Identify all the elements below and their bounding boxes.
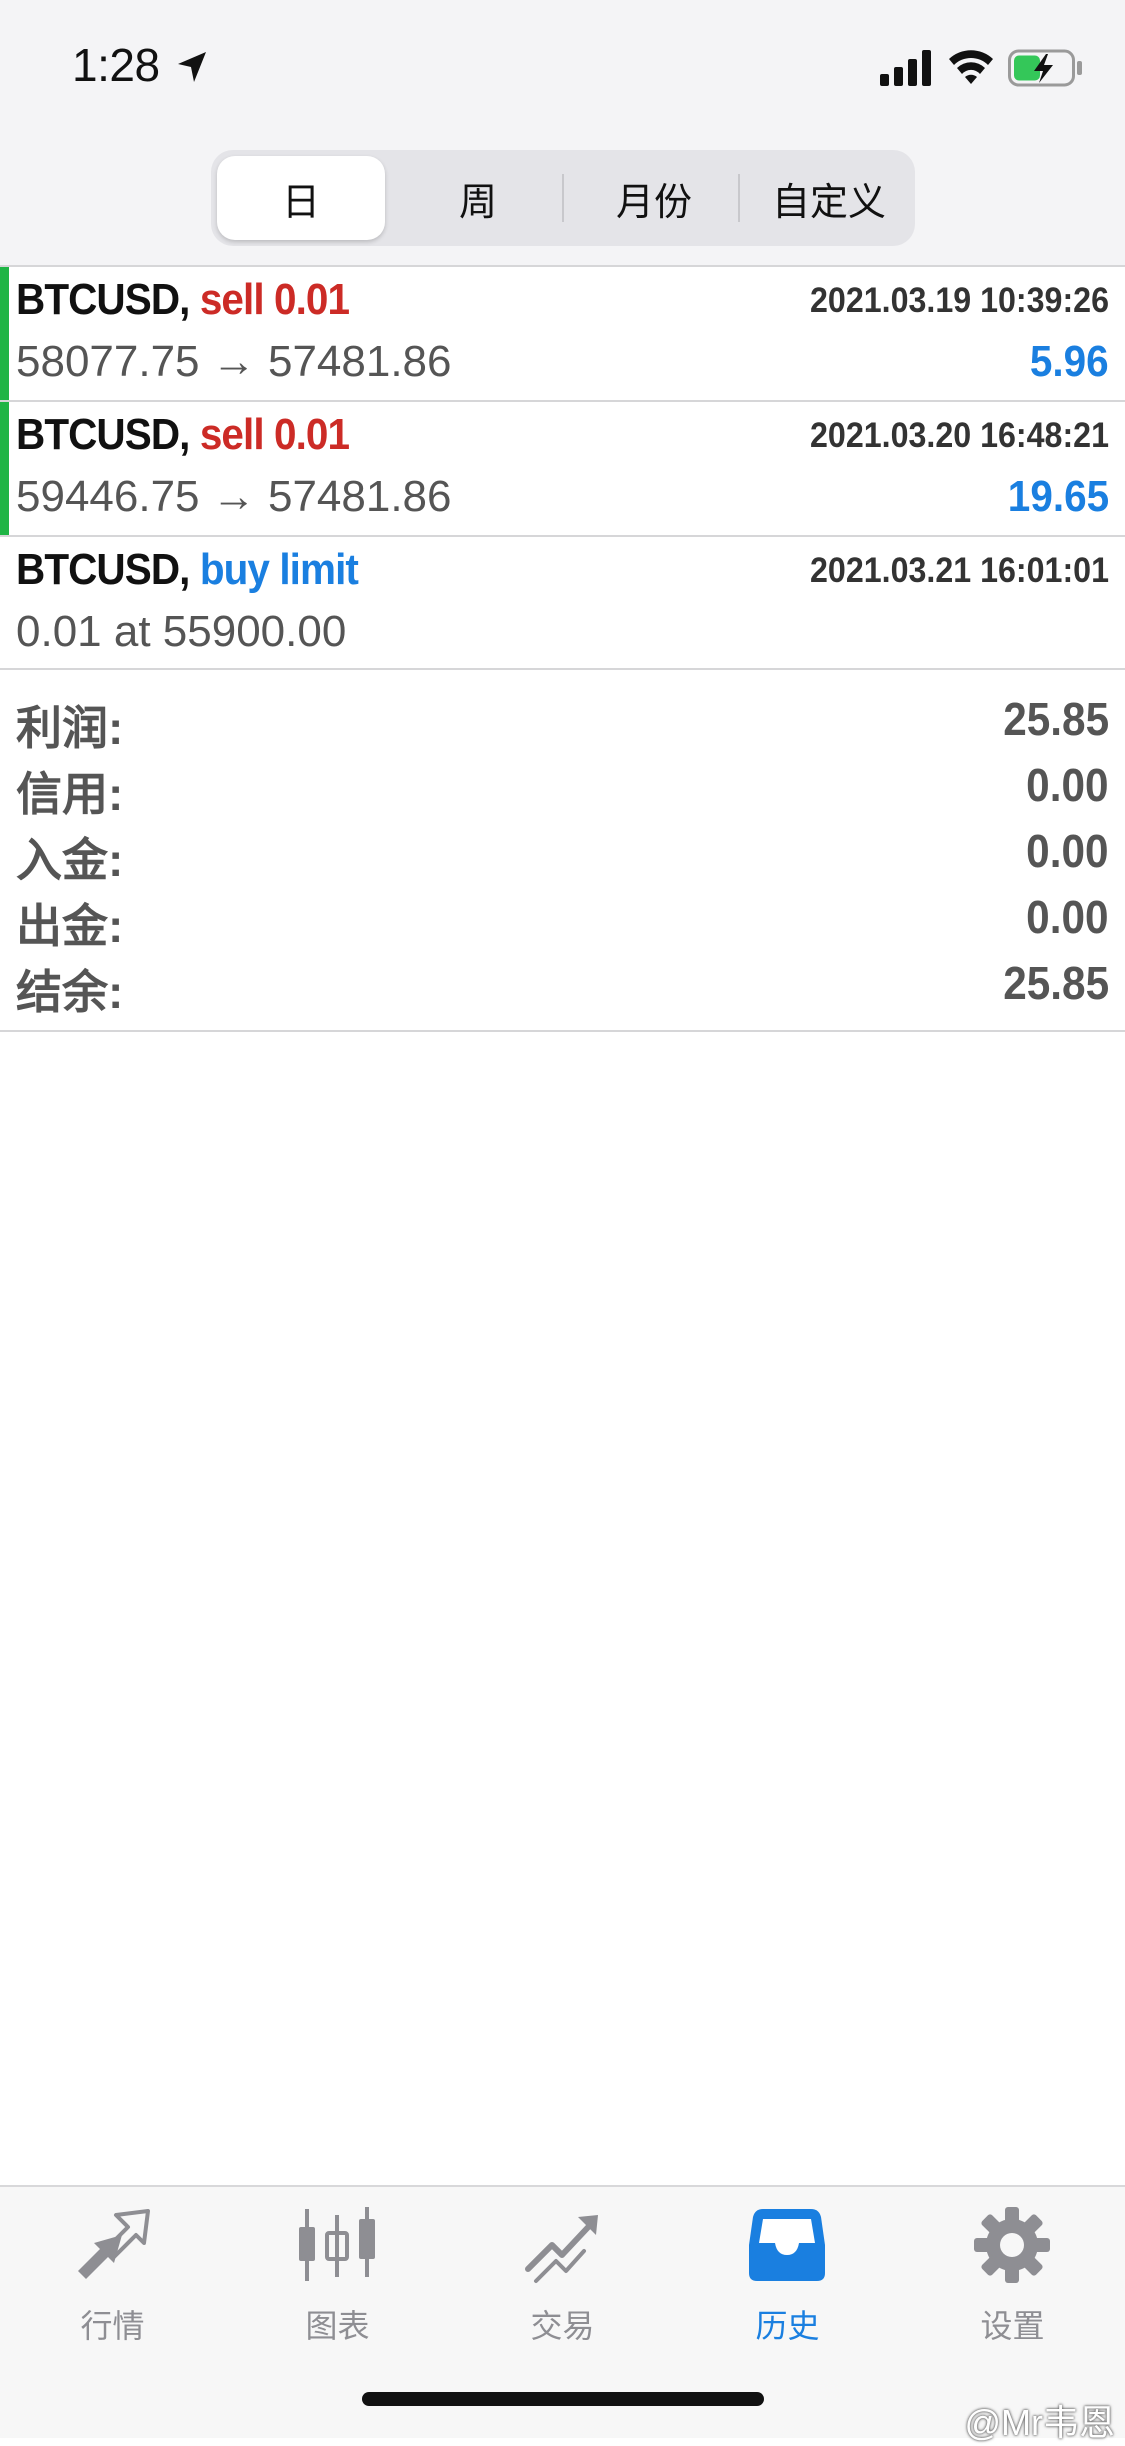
row-prices: 58077.75 → 57481.86 bbox=[16, 337, 452, 386]
summary-label: 出金: bbox=[16, 900, 124, 952]
period-tab-day[interactable]: 日 bbox=[217, 156, 385, 240]
row-prices: 59446.75 → 57481.86 bbox=[16, 472, 452, 521]
segment-divider bbox=[738, 174, 740, 222]
summary-row-credit: 信用: 0.00 bbox=[0, 758, 1125, 824]
summary-row-deposit: 入金: 0.00 bbox=[0, 824, 1125, 890]
closed-position-marker bbox=[0, 267, 9, 400]
location-arrow-icon bbox=[178, 52, 206, 82]
trade-chart-icon bbox=[525, 2215, 598, 2283]
summary-value: 0.00 bbox=[1026, 759, 1109, 811]
summary-value: 0.00 bbox=[1026, 825, 1109, 877]
summary-value: 25.85 bbox=[1003, 957, 1109, 1009]
tab-label: 行情 bbox=[80, 2308, 145, 2344]
row-title: BTCUSD, buy limit bbox=[16, 545, 359, 595]
period-segmented-control: 日 周 月份 自定义 bbox=[211, 150, 915, 246]
row-title: BTCUSD, sell 0.01 bbox=[16, 410, 350, 460]
closed-position-marker bbox=[0, 402, 9, 535]
tab-label: 历史 bbox=[755, 2308, 820, 2344]
row-time: 2021.03.20 16:48:21 bbox=[810, 416, 1109, 455]
summary-row-withdrawal: 出金: 0.00 bbox=[0, 890, 1125, 956]
history-row[interactable]: BTCUSD, buy limit 2021.03.21 16:01:01 0.… bbox=[0, 535, 1125, 670]
settings-gear-icon bbox=[974, 2207, 1050, 2283]
wifi-icon bbox=[949, 50, 993, 84]
row-side: sell 0.01 bbox=[199, 410, 350, 459]
summary-row-balance: 结余: 25.85 bbox=[0, 956, 1125, 1022]
history-list: BTCUSD, sell 0.01 2021.03.19 10:39:26 58… bbox=[0, 265, 1125, 670]
summary-label: 结余: bbox=[16, 966, 124, 1018]
status-time: 1:28 bbox=[72, 39, 160, 91]
row-symbol: BTCUSD, bbox=[16, 275, 190, 324]
row-time: 2021.03.21 16:01:01 bbox=[810, 551, 1109, 590]
history-row[interactable]: BTCUSD, sell 0.01 2021.03.19 10:39:26 58… bbox=[0, 265, 1125, 400]
segment-divider bbox=[562, 174, 564, 222]
status-bar: 1:28 bbox=[0, 0, 1125, 135]
row-profit: 19.65 bbox=[1007, 472, 1109, 521]
period-tab-custom[interactable]: 自定义 bbox=[745, 156, 913, 240]
tab-trade[interactable]: 交易 bbox=[450, 2205, 675, 2365]
row-time: 2021.03.19 10:39:26 bbox=[810, 281, 1109, 320]
summary-value: 25.85 bbox=[1003, 693, 1109, 745]
candlestick-chart-icon bbox=[299, 2207, 375, 2281]
period-tab-week[interactable]: 周 bbox=[394, 156, 562, 240]
period-tab-month[interactable]: 月份 bbox=[570, 156, 738, 240]
summary-row-profit: 利润: 25.85 bbox=[0, 692, 1125, 758]
battery-charging-icon bbox=[1008, 49, 1082, 87]
tab-label: 交易 bbox=[530, 2308, 595, 2344]
tab-quotes[interactable]: 行情 bbox=[0, 2205, 225, 2365]
row-side: buy limit bbox=[199, 545, 359, 594]
row-order-detail: 0.01 at 55900.00 bbox=[16, 607, 347, 656]
account-summary: 利润: 25.85 信用: 0.00 入金: 0.00 出金: 0.00 结余:… bbox=[0, 668, 1125, 1032]
tab-history[interactable]: 历史 bbox=[675, 2205, 900, 2365]
row-profit: 5.96 bbox=[1030, 337, 1109, 386]
watermark: @Mr韦恩 bbox=[964, 2402, 1115, 2443]
tab-label: 设置 bbox=[980, 2308, 1045, 2344]
quotes-arrows-icon bbox=[78, 2209, 150, 2279]
row-side: sell 0.01 bbox=[199, 275, 350, 324]
cellular-signal-icon bbox=[880, 50, 931, 86]
summary-label: 利润: bbox=[16, 702, 124, 754]
history-inbox-icon bbox=[749, 2209, 825, 2281]
home-indicator[interactable] bbox=[362, 2392, 764, 2406]
summary-value: 0.00 bbox=[1026, 891, 1109, 943]
history-row[interactable]: BTCUSD, sell 0.01 2021.03.20 16:48:21 59… bbox=[0, 400, 1125, 535]
summary-label: 入金: bbox=[16, 834, 124, 886]
tab-charts[interactable]: 图表 bbox=[225, 2205, 450, 2365]
row-title: BTCUSD, sell 0.01 bbox=[16, 275, 350, 325]
tab-label: 图表 bbox=[305, 2308, 370, 2344]
tab-settings[interactable]: 设置 bbox=[900, 2205, 1125, 2365]
row-symbol: BTCUSD, bbox=[16, 410, 190, 459]
summary-label: 信用: bbox=[16, 768, 124, 820]
top-area: 1:28 日 周 月份 自定义 bbox=[0, 0, 1125, 265]
row-symbol: BTCUSD, bbox=[16, 545, 190, 594]
